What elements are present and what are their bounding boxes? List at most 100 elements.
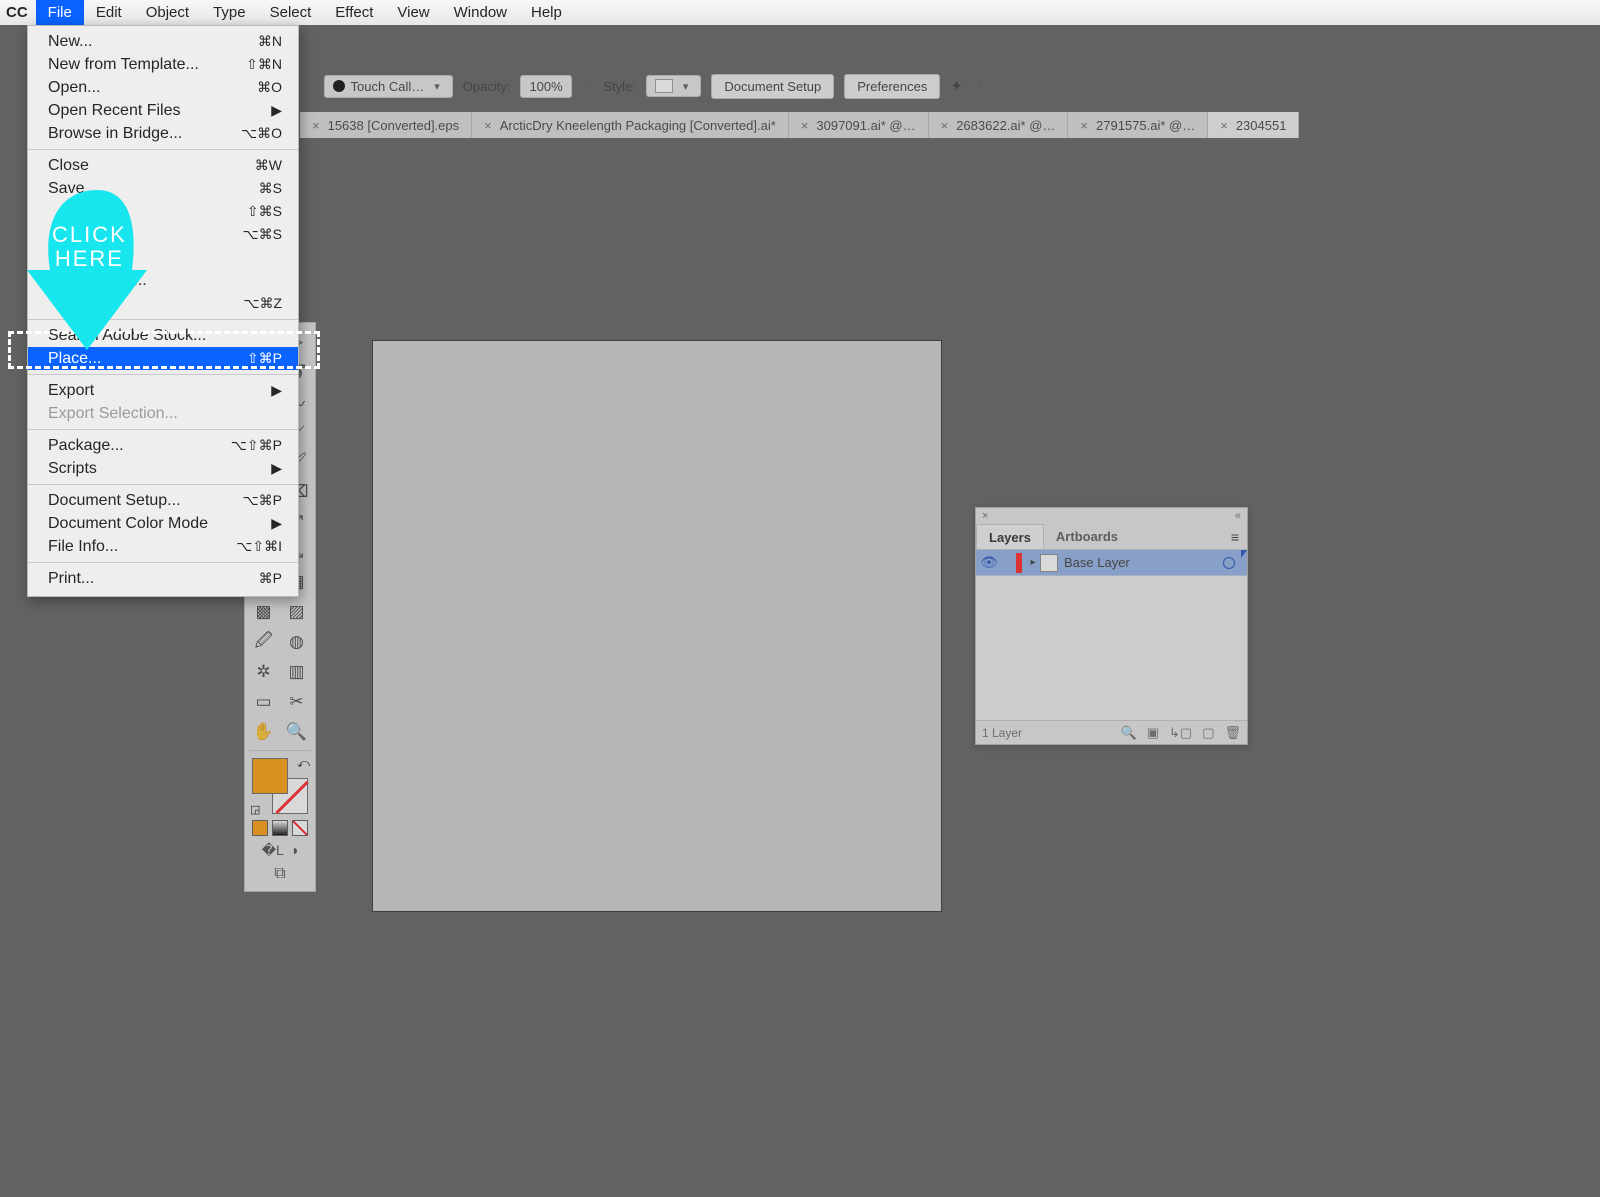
tool-column-graph[interactable]: ▥ xyxy=(280,657,313,687)
menu-item-new-from-template[interactable]: New from Template...⇧⌘N xyxy=(28,53,298,76)
target-icon[interactable] xyxy=(1223,557,1235,569)
color-mode-none[interactable] xyxy=(292,820,308,836)
menu-item-revert[interactable]: ⌥⌘Z xyxy=(28,292,298,315)
options-bar: ▾ Touch Call… ▾ Opacity: 100% › Style: ▾… xyxy=(300,70,1600,102)
pin-icon[interactable]: ✦ xyxy=(950,77,963,95)
close-icon[interactable]: × xyxy=(312,118,320,133)
document-tab[interactable]: ×ArcticDry Kneelength Packaging [Convert… xyxy=(472,112,789,138)
document-tab[interactable]: ×3097091.ai* @… xyxy=(789,112,929,138)
document-tab[interactable]: ×2791575.ai* @… xyxy=(1068,112,1208,138)
menu-item-new[interactable]: New...⌘N xyxy=(28,30,298,53)
draw-behind-icon[interactable]: ◑ xyxy=(290,842,298,859)
menu-edit[interactable]: Edit xyxy=(84,0,134,25)
menu-window[interactable]: Window xyxy=(442,0,519,25)
chevron-down-icon[interactable]: ▾ xyxy=(973,80,987,93)
menu-help[interactable]: Help xyxy=(519,0,574,25)
artboard[interactable] xyxy=(372,340,942,912)
tool-hand[interactable]: ✋ xyxy=(247,717,280,747)
new-layer-icon[interactable]: ▢ xyxy=(1202,725,1214,741)
fill-stroke-swatch[interactable]: ⤺ ◲ xyxy=(252,758,308,814)
screen-mode-icon[interactable]: ⧉ xyxy=(274,865,285,883)
menu-item-color-mode[interactable]: Document Color Mode▶ xyxy=(28,512,298,535)
close-icon[interactable]: × xyxy=(941,118,949,133)
selection-indicator-icon xyxy=(1241,550,1247,558)
document-tab[interactable]: ×2683622.ai* @… xyxy=(929,112,1069,138)
menu-item-print[interactable]: Print...⌘P xyxy=(28,567,298,590)
color-mode-gradient[interactable] xyxy=(272,820,288,836)
close-icon[interactable]: × xyxy=(982,510,988,522)
menu-item-document-setup[interactable]: Document Setup...⌥⌘P xyxy=(28,489,298,512)
menu-item-browse-bridge[interactable]: Browse in Bridge...⌥⌘O xyxy=(28,122,298,145)
chevron-down-icon[interactable]: ▾ xyxy=(300,80,314,93)
locate-object-icon[interactable]: 🔍 xyxy=(1121,725,1137,741)
chevron-right-icon[interactable]: › xyxy=(582,80,594,92)
layer-thumbnail xyxy=(1040,554,1058,572)
style-swatch-icon xyxy=(655,79,673,93)
menu-item-open-recent[interactable]: Open Recent Files▶ xyxy=(28,99,298,122)
menu-item-save-as[interactable]: ⇧⌘S xyxy=(28,200,298,223)
close-icon[interactable]: × xyxy=(1080,118,1088,133)
menu-item-place[interactable]: Place...⇧⌘P xyxy=(28,347,298,370)
tool-symbol-sprayer[interactable]: ✲ xyxy=(247,657,280,687)
layer-count: 1 Layer xyxy=(982,726,1022,740)
document-tab[interactable]: ×15638 [Converted].eps xyxy=(300,112,472,138)
layers-panel: × « Layers Artboards ≡ 👁 ▸ Base Layer 1 … xyxy=(975,507,1248,745)
tool-slice[interactable]: ✂ xyxy=(280,687,313,717)
fill-swatch[interactable] xyxy=(252,758,288,794)
menu-item-save-copy[interactable]: ⌥⌘S xyxy=(28,223,298,246)
layer-row[interactable]: 👁 ▸ Base Layer xyxy=(976,550,1247,576)
tool-gradient[interactable]: ▨ xyxy=(280,597,313,627)
menu-item-file-info[interactable]: File Info...⌥⇧⌘I xyxy=(28,535,298,558)
app-label: CC xyxy=(0,4,36,21)
tool-blend[interactable]: ◍ xyxy=(280,627,313,657)
preferences-button[interactable]: Preferences xyxy=(844,74,940,99)
panel-menu-icon[interactable]: ≡ xyxy=(1223,529,1247,545)
clipping-mask-icon[interactable]: ▣ xyxy=(1147,725,1159,741)
menu-item-scripts[interactable]: Scripts▶ xyxy=(28,457,298,480)
tool-artboard[interactable]: ▭ xyxy=(247,687,280,717)
menu-view[interactable]: View xyxy=(385,0,441,25)
swap-fill-stroke-icon[interactable]: ⤺ xyxy=(297,756,310,771)
menu-item-package[interactable]: Package...⌥⇧⌘P xyxy=(28,434,298,457)
document-setup-button[interactable]: Document Setup xyxy=(711,74,834,99)
document-tab[interactable]: ×2304551 xyxy=(1208,112,1299,138)
new-sublayer-icon[interactable]: ↳▢ xyxy=(1169,725,1192,741)
tool-mesh[interactable]: ▩ xyxy=(247,597,280,627)
stroke-swatch-icon xyxy=(333,80,345,92)
menu-type[interactable]: Type xyxy=(201,0,258,25)
visibility-icon[interactable]: 👁 xyxy=(976,554,1002,571)
draw-normal-icon[interactable]: �L xyxy=(262,842,284,859)
close-icon[interactable]: × xyxy=(1220,118,1228,133)
opacity-label: Opacity: xyxy=(463,79,511,94)
twisty-icon[interactable]: ▸ xyxy=(1026,557,1040,568)
menu-item-export[interactable]: Export▶ xyxy=(28,379,298,402)
default-fill-stroke-icon[interactable]: ◲ xyxy=(250,803,260,816)
layer-name[interactable]: Base Layer xyxy=(1064,555,1130,570)
stroke-chip[interactable]: Touch Call… ▾ xyxy=(324,75,453,98)
opacity-field[interactable]: 100% xyxy=(520,75,571,98)
menu-item-save[interactable]: Save⌘S xyxy=(28,177,298,200)
layer-color-strip xyxy=(1016,553,1022,573)
tool-eyedropper[interactable]: 🖉 xyxy=(247,627,280,657)
close-icon[interactable]: × xyxy=(484,118,492,133)
style-swatch[interactable]: ▾ xyxy=(646,75,702,97)
menu-item-search-stock[interactable]: Search Adobe Stock... xyxy=(28,324,298,347)
menu-effect[interactable]: Effect xyxy=(323,0,385,25)
menu-item-save-template[interactable]: …plate... xyxy=(28,246,298,269)
color-mode-solid[interactable] xyxy=(252,820,268,836)
menu-item-close[interactable]: Close⌘W xyxy=(28,154,298,177)
tab-artboards[interactable]: Artboards xyxy=(1044,524,1130,549)
tool-zoom[interactable]: 🔍 xyxy=(280,717,313,747)
layers-list: 👁 ▸ Base Layer xyxy=(976,550,1247,720)
collapse-icon[interactable]: « xyxy=(1235,510,1241,522)
chevron-down-icon: ▾ xyxy=(679,80,693,93)
document-tabs: ×15638 [Converted].eps ×ArcticDry Kneele… xyxy=(300,112,1600,138)
tab-layers[interactable]: Layers xyxy=(976,524,1044,549)
menu-item-open[interactable]: Open...⌘O xyxy=(28,76,298,99)
delete-layer-icon[interactable]: 🗑 xyxy=(1224,725,1241,741)
menu-file[interactable]: File xyxy=(36,0,84,25)
menu-select[interactable]: Select xyxy=(258,0,324,25)
menu-item-save-slices[interactable]: …ted Slices... xyxy=(28,269,298,292)
menu-object[interactable]: Object xyxy=(134,0,201,25)
close-icon[interactable]: × xyxy=(801,118,809,133)
